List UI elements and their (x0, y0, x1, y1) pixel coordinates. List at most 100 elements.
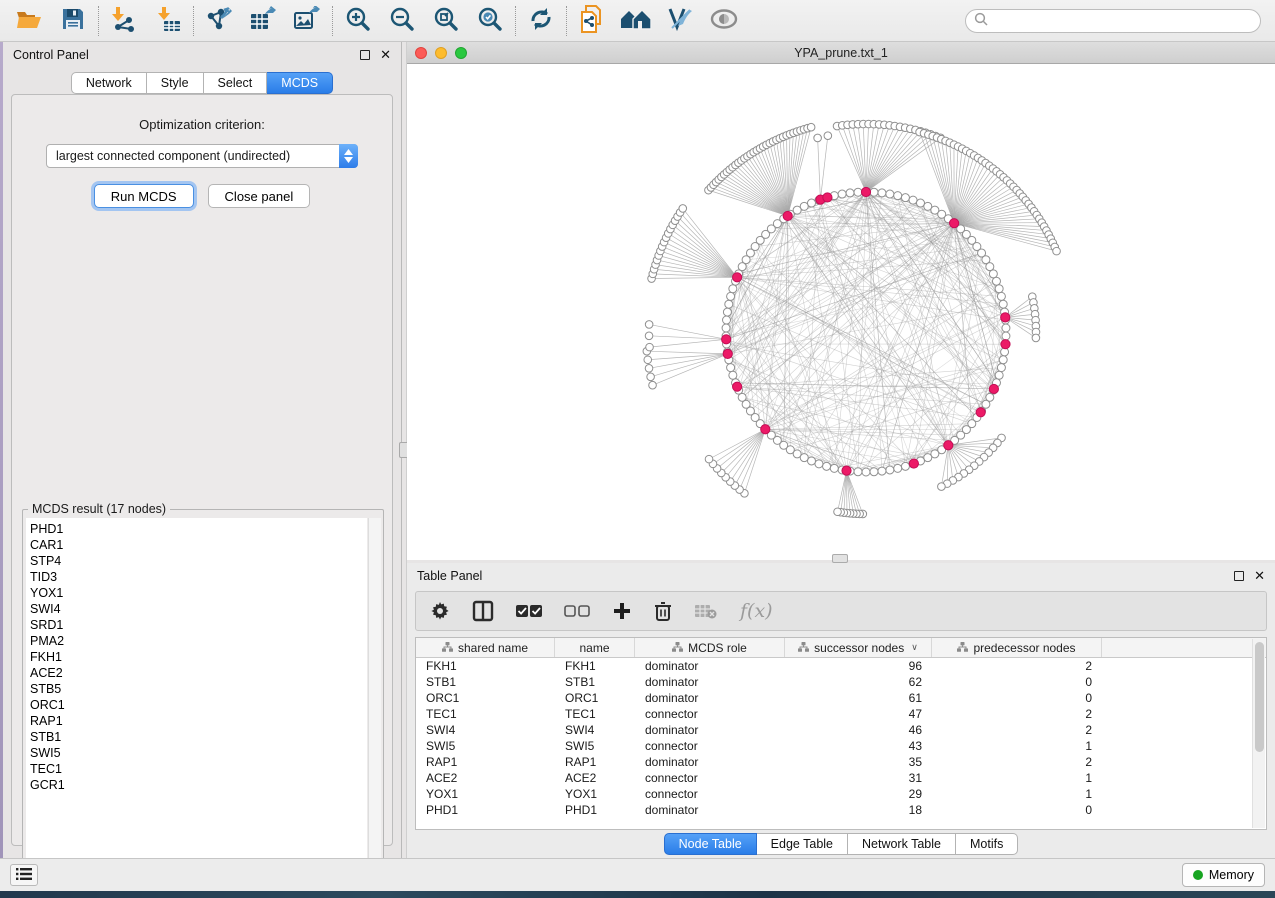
network-node[interactable] (645, 321, 653, 329)
list-item[interactable]: SWI4 (30, 601, 367, 617)
list-item[interactable]: STP4 (30, 553, 367, 569)
network-node[interactable] (705, 455, 713, 463)
network-node[interactable] (644, 356, 652, 364)
network-node[interactable] (729, 371, 737, 379)
search-input[interactable] (993, 14, 1252, 28)
network-node[interactable] (995, 285, 1003, 293)
network-node[interactable] (723, 308, 731, 316)
list-item[interactable]: STB1 (30, 729, 367, 745)
network-node[interactable] (901, 462, 909, 470)
network-node[interactable] (1002, 332, 1010, 340)
mcds-hub-node[interactable] (1001, 313, 1010, 322)
network-node[interactable] (870, 468, 878, 476)
tab-edge-table[interactable]: Edge Table (757, 833, 848, 855)
zoom-selected-button[interactable] (471, 4, 509, 38)
network-node[interactable] (834, 508, 842, 516)
network-node[interactable] (830, 464, 838, 472)
save-session-button[interactable] (54, 4, 92, 38)
network-node[interactable] (870, 188, 878, 196)
list-item[interactable]: YOX1 (30, 585, 367, 601)
network-node[interactable] (999, 300, 1007, 308)
optimization-criterion-select[interactable]: largest connected component (undirected) (46, 144, 358, 168)
network-node[interactable] (647, 373, 655, 381)
network-node[interactable] (894, 464, 902, 472)
table-row[interactable]: ACE2ACE2connector311 (416, 770, 1266, 786)
table-row[interactable]: YOX1YOX1connector291 (416, 786, 1266, 802)
list-item[interactable]: SRD1 (30, 617, 367, 633)
tab-node-table[interactable]: Node Table (664, 833, 757, 855)
network-node[interactable] (823, 462, 831, 470)
network-node[interactable] (814, 134, 822, 142)
network-node[interactable] (729, 285, 737, 293)
network-node[interactable] (725, 300, 733, 308)
mcds-hub-node[interactable] (723, 349, 732, 358)
zoom-in-button[interactable] (339, 4, 377, 38)
column-header-shared-name[interactable]: shared name (416, 638, 555, 657)
network-node[interactable] (997, 292, 1005, 300)
float-panel-icon[interactable] (360, 50, 370, 60)
mcds-hub-node[interactable] (944, 441, 953, 450)
list-item[interactable]: TID3 (30, 569, 367, 585)
tab-network-table[interactable]: Network Table (848, 833, 956, 855)
network-node[interactable] (815, 460, 823, 468)
network-node[interactable] (894, 192, 902, 200)
export-table-button[interactable] (244, 4, 282, 38)
clone-network-button[interactable] (573, 4, 611, 38)
table-row[interactable]: FKH1FKH1dominator962 (416, 658, 1266, 674)
search-field[interactable] (965, 9, 1261, 33)
column-header-MCDS-role[interactable]: MCDS role (635, 638, 785, 657)
zoom-fit-button[interactable] (427, 4, 465, 38)
show-hide-button[interactable] (705, 4, 743, 38)
network-node[interactable] (995, 371, 1003, 379)
network-node[interactable] (727, 292, 735, 300)
mcds-hub-node[interactable] (761, 425, 770, 434)
close-table-panel-icon[interactable]: ✕ (1254, 571, 1265, 581)
style-edit-button[interactable] (661, 4, 699, 38)
mcds-hub-node[interactable] (783, 211, 792, 220)
list-item[interactable]: ORC1 (30, 697, 367, 713)
delete-icon[interactable] (654, 601, 672, 622)
table-row[interactable]: RAP1RAP1dominator352 (416, 754, 1266, 770)
network-node[interactable] (854, 188, 862, 196)
mcds-hub-node[interactable] (989, 384, 998, 393)
table-row[interactable]: SWI5SWI5connector431 (416, 738, 1266, 754)
network-node[interactable] (997, 364, 1005, 372)
memory-button[interactable]: Memory (1182, 863, 1265, 887)
function-builder-icon[interactable]: f(x) (740, 600, 773, 622)
open-session-button[interactable] (10, 4, 48, 38)
horizontal-splitter-grip[interactable] (832, 554, 848, 563)
column-header-successor-nodes[interactable]: successor nodes∨ (785, 638, 932, 657)
network-node[interactable] (854, 468, 862, 476)
network-node[interactable] (916, 199, 924, 207)
network-node[interactable] (646, 343, 654, 351)
apply-layout-button[interactable] (522, 4, 560, 38)
network-node[interactable] (909, 196, 917, 204)
table-row[interactable]: PHD1PHD1dominator180 (416, 802, 1266, 818)
network-node[interactable] (824, 132, 832, 140)
mcds-result-list[interactable]: PHD1CAR1STP4TID3YOX1SWI4SRD1PMA2FKH1ACE2… (26, 518, 367, 873)
table-row[interactable]: SWI4SWI4dominator462 (416, 722, 1266, 738)
network-node[interactable] (800, 202, 808, 210)
tab-motifs[interactable]: Motifs (956, 833, 1018, 855)
table-row[interactable]: TEC1TEC1connector472 (416, 706, 1266, 722)
mcds-hub-node[interactable] (842, 466, 851, 475)
mcds-hub-node[interactable] (722, 335, 731, 344)
network-node[interactable] (645, 332, 653, 340)
network-node[interactable] (989, 270, 997, 278)
network-node[interactable] (878, 467, 886, 475)
close-panel-button[interactable]: Close panel (208, 184, 311, 208)
tab-mcds[interactable]: MCDS (267, 72, 333, 94)
network-titlebar[interactable]: YPA_prune.txt_1 (407, 42, 1275, 64)
mcds-hub-node[interactable] (733, 273, 742, 282)
import-network-button[interactable] (105, 4, 143, 38)
network-canvas[interactable] (407, 64, 1275, 560)
network-node[interactable] (727, 364, 735, 372)
run-mcds-button[interactable]: Run MCDS (94, 184, 194, 208)
mcds-hub-node[interactable] (909, 459, 918, 468)
network-node[interactable] (999, 356, 1007, 364)
add-column-icon[interactable] (612, 601, 632, 621)
network-node[interactable] (679, 205, 687, 213)
tab-select[interactable]: Select (204, 72, 268, 94)
network-node[interactable] (862, 468, 870, 476)
column-header-name[interactable]: name (555, 638, 635, 657)
